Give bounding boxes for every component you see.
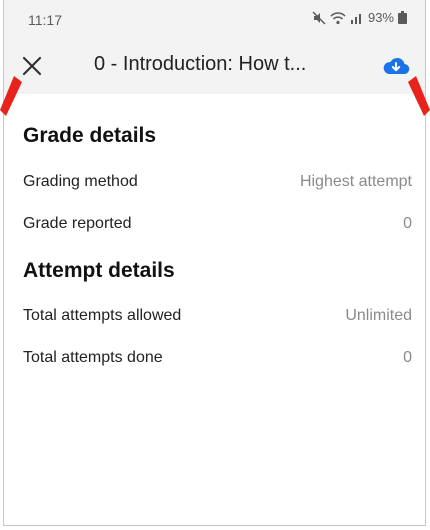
mute-icon [312, 10, 326, 25]
grade-reported-row: Grade reported 0 [23, 215, 412, 241]
status-time: 11:17 [28, 12, 62, 28]
battery-icon [398, 11, 407, 24]
attempts-allowed-value: Unlimited [345, 307, 412, 324]
attempt-details-title: Attempt details [23, 259, 175, 282]
grading-method-value: Highest attempt [299, 173, 412, 190]
grading-method-label: Grading method [23, 173, 138, 190]
status-bar: 11:17 93% [4, 0, 425, 38]
grading-method-row: Grading method Highest attempt [23, 173, 412, 199]
left-annotation-arrow [0, 76, 22, 116]
attempts-allowed-row: Total attempts allowed Unlimited [23, 307, 412, 333]
wifi-icon [330, 11, 346, 25]
close-button[interactable] [18, 52, 46, 80]
grade-reported-label: Grade reported [23, 215, 132, 232]
right-annotation-arrow [408, 76, 430, 116]
app-window: 11:17 93% 0 - Introduction: How t... Gra… [3, 0, 426, 526]
attempts-done-value: 0 [403, 349, 412, 366]
attempts-allowed-label: Total attempts allowed [23, 307, 182, 324]
download-button[interactable] [381, 52, 411, 80]
attempts-done-row: Total attempts done 0 [23, 349, 412, 375]
grade-details-title: Grade details [23, 124, 157, 147]
grade-reported-value: 0 [403, 215, 412, 232]
page-title: 0 - Introduction: How t... [94, 53, 307, 75]
app-bar: 0 - Introduction: How t... [4, 38, 425, 94]
attempts-done-label: Total attempts done [23, 349, 163, 366]
status-icons: 93% [312, 10, 407, 25]
signal-icon [350, 11, 364, 25]
battery-percent: 93% [367, 10, 394, 25]
cloud-download-icon [383, 57, 410, 75]
close-icon [22, 56, 42, 76]
